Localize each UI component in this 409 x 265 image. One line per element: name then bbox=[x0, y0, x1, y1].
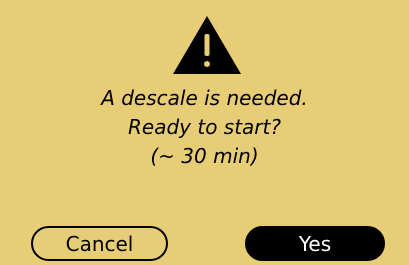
cancel-button-label: Cancel bbox=[65, 231, 134, 256]
descale-dialog: A descale is needed. Ready to start? (~ … bbox=[0, 0, 409, 265]
message-line-2: Ready to start? bbox=[128, 115, 281, 139]
warning-triangle-icon bbox=[173, 16, 241, 74]
yes-button-label: Yes bbox=[298, 231, 332, 256]
cancel-button[interactable]: Cancel bbox=[31, 226, 168, 261]
yes-button[interactable]: Yes bbox=[245, 226, 385, 261]
dialog-message: A descale is needed. Ready to start? (~ … bbox=[0, 84, 409, 171]
message-line-3: (~ 30 min) bbox=[150, 144, 259, 168]
message-line-1: A descale is needed. bbox=[101, 86, 308, 110]
